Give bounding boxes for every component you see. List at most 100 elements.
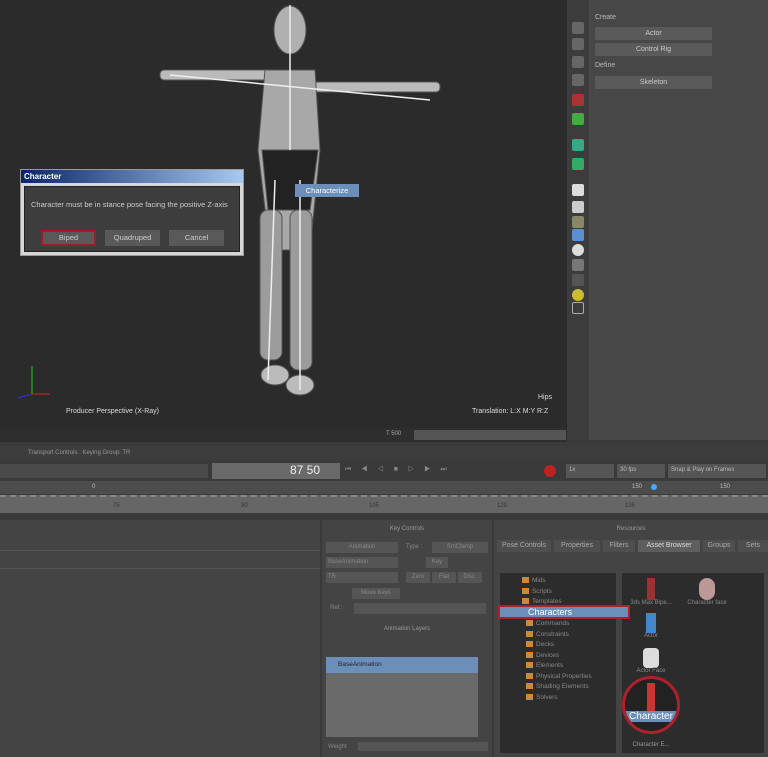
move-keys-button[interactable]: Move Keys	[352, 588, 400, 599]
tree-item[interactable]: Shading Elements	[526, 683, 589, 690]
flat-button[interactable]: Flat	[432, 572, 456, 583]
range-end: 150	[632, 484, 643, 490]
speed-dropdown[interactable]: 1x	[566, 464, 614, 478]
tree-item[interactable]: Elements	[526, 662, 563, 669]
tree-item[interactable]: Commands	[526, 620, 569, 627]
biped-button[interactable]: Biped	[41, 230, 96, 246]
dialog-message: Character must be in stance pose facing …	[31, 200, 228, 209]
layer-row[interactable]: BaseAnimation	[326, 657, 478, 673]
ref-label: Ref.:	[330, 605, 343, 611]
skeleton-button[interactable]: Skeleton	[595, 76, 712, 89]
type-dropdown[interactable]: SmClamp	[432, 542, 488, 553]
character-icon	[647, 683, 655, 711]
biped-icon	[647, 578, 655, 600]
asset-character[interactable]: Character	[622, 676, 680, 734]
tree-item-characters[interactable]: Characters	[498, 605, 630, 619]
cube-icon[interactable]	[572, 184, 584, 196]
translate-icon[interactable]	[572, 38, 584, 50]
ruler-tick: 90	[241, 503, 248, 509]
keyframe-icon[interactable]	[572, 113, 584, 125]
timeline-ruler[interactable]: 75 90 105 120 135	[0, 495, 768, 513]
range-start: 0	[92, 484, 96, 490]
control-rig-button[interactable]: Control Rig	[595, 43, 712, 56]
tree-item[interactable]: Decks	[526, 641, 554, 648]
asset-label: Actor Face	[636, 668, 666, 674]
range-bar[interactable]: 0 150 150	[0, 481, 768, 494]
tree-item[interactable]: Mids	[522, 577, 546, 584]
navigator-panel	[0, 520, 320, 757]
tab-groups[interactable]: Groups	[703, 540, 735, 552]
scale-icon[interactable]	[572, 74, 584, 86]
sun-icon[interactable]	[572, 289, 584, 301]
character-dialog: Character Character must be in stance po…	[20, 169, 244, 256]
pin-icon[interactable]	[572, 94, 584, 106]
weight-slider[interactable]	[358, 742, 488, 751]
sphere-icon[interactable]	[572, 244, 584, 256]
create-label: Create	[595, 14, 617, 21]
tree-item[interactable]: Physical Properties	[526, 673, 592, 680]
asset-label: Character	[625, 711, 677, 722]
select-icon[interactable]	[572, 22, 584, 34]
type-label: Type :	[406, 544, 423, 550]
skeleton-icon[interactable]	[572, 259, 584, 271]
ruler-tick: 120	[497, 503, 508, 509]
transport-header: Transport Controls : Keying Group: TR	[0, 446, 768, 460]
key-button[interactable]: Key	[426, 557, 448, 568]
tree-item[interactable]: Devices	[526, 652, 559, 659]
keying-group-dropdown[interactable]: TR	[326, 572, 398, 583]
zero-button[interactable]: Zero	[406, 572, 430, 583]
status-field	[414, 430, 566, 440]
ruler-tick: 135	[625, 503, 636, 509]
asset-actor-face[interactable]: Actor Face	[624, 648, 678, 674]
asset-actor[interactable]: Actor	[624, 613, 678, 639]
frame-icon[interactable]	[572, 302, 584, 314]
tree-item[interactable]: Scripts	[522, 588, 552, 595]
selected-object-label: Hips	[538, 394, 553, 401]
animation-button[interactable]: Animation	[326, 542, 398, 553]
context-menu-characterize[interactable]: Characterize	[295, 184, 359, 197]
tab-asset-browser[interactable]: Asset Browser	[638, 540, 700, 552]
light-icon[interactable]	[572, 139, 584, 151]
asset-character-extension[interactable]: Character E...	[622, 742, 680, 748]
cancel-button[interactable]: Cancel	[169, 230, 224, 246]
actor-button[interactable]: Actor	[595, 27, 712, 40]
face-icon	[699, 578, 715, 600]
mask-icon	[643, 648, 659, 668]
frame-counter[interactable]: 87 50	[212, 463, 340, 479]
weight-label: Weight	[328, 744, 347, 750]
record-icon[interactable]	[544, 465, 556, 477]
curve-icon[interactable]	[572, 216, 584, 228]
shaded-cube-icon[interactable]	[572, 201, 584, 213]
ruler-tick: 105	[369, 503, 380, 509]
layer-dropdown[interactable]: BaseAnimation	[326, 557, 398, 568]
asset-biped[interactable]: 3ds Max Bipe...	[624, 578, 678, 606]
character-icon[interactable]	[572, 229, 584, 241]
playback-buttons[interactable]: ⏮◀◁■▷▶⏭	[345, 466, 457, 474]
lamp-icon[interactable]	[572, 158, 584, 170]
camera-icon[interactable]	[572, 274, 584, 286]
quadruped-button[interactable]: Quadruped	[105, 230, 160, 246]
asset-character-face[interactable]: Character face	[680, 578, 734, 606]
range-end-field[interactable]: 150	[720, 484, 730, 490]
toolbar	[567, 0, 589, 440]
tree-item[interactable]: Solvers	[526, 694, 558, 701]
tab-pose-controls[interactable]: Pose Controls	[497, 540, 551, 552]
key-controls-panel: Key Controls Animation Type : SmClamp Ba…	[322, 520, 492, 757]
layer-dropdown[interactable]	[0, 464, 208, 478]
range-handle[interactable]	[651, 484, 657, 490]
tree-item[interactable]: Templates	[522, 598, 562, 605]
tab-sets[interactable]: Sets	[738, 540, 768, 552]
tab-filters[interactable]: Filters	[603, 540, 635, 552]
resources-title: Resources	[616, 526, 646, 532]
transport-controls: 87 50 ⏮◀◁■▷▶⏭ 1x 30 fps Snap & Play on F…	[0, 462, 768, 480]
translation-label: Translation: L:X M:Y R:Z	[472, 408, 549, 415]
tab-properties[interactable]: Properties	[554, 540, 600, 552]
tree-item[interactable]: Constraints	[526, 631, 569, 638]
disc-button[interactable]: Disc.	[458, 572, 482, 583]
rotate-icon[interactable]	[572, 56, 584, 68]
snap-dropdown[interactable]: Snap & Play on Frames	[668, 464, 766, 478]
fps-dropdown[interactable]: 30 fps	[617, 464, 665, 478]
camera-label: Producer Perspective (X-Ray)	[66, 408, 159, 415]
axis-gizmo	[14, 360, 54, 402]
ref-field[interactable]	[354, 603, 486, 614]
